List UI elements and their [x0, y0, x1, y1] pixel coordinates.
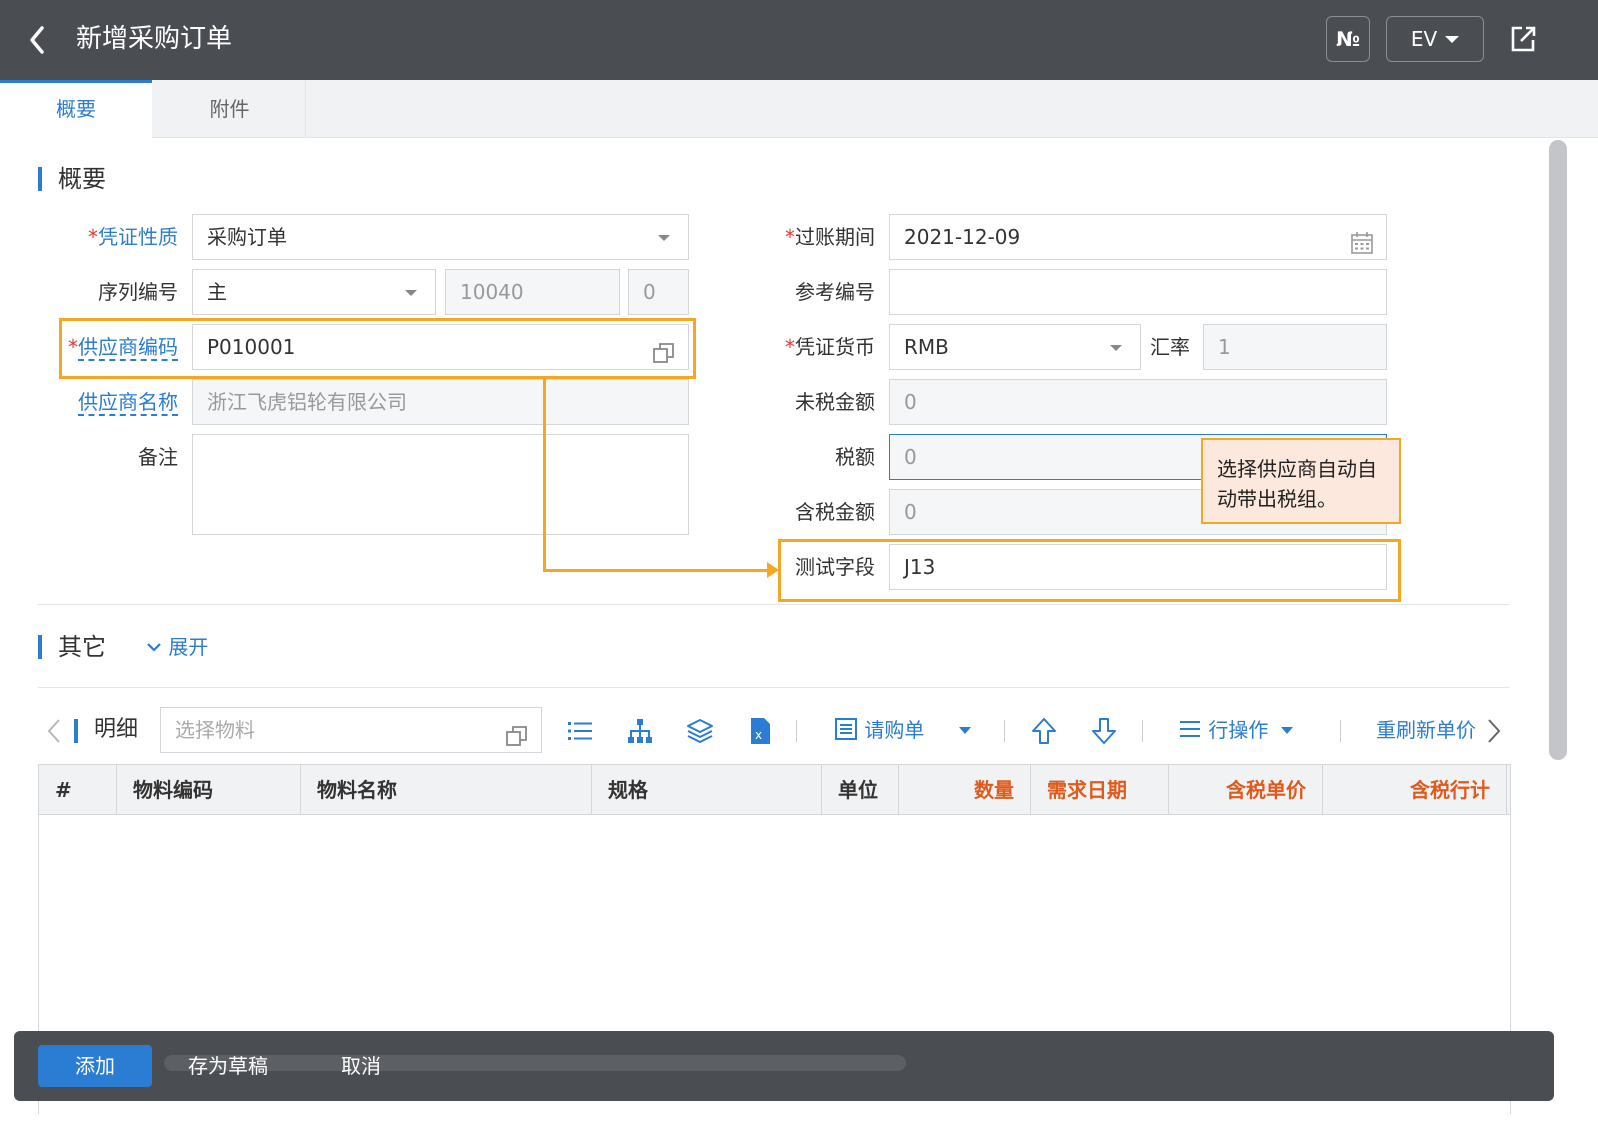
section-title-other: 其它: [38, 632, 106, 662]
section-title-summary: 概要: [38, 164, 106, 194]
layers-icon[interactable]: [686, 717, 714, 745]
column-header[interactable]: 物料名称: [301, 765, 592, 815]
chevron-down-icon: [405, 290, 417, 296]
move-down-icon[interactable]: [1090, 717, 1118, 745]
supplier-name-label[interactable]: 供应商名称: [60, 379, 178, 425]
add-button[interactable]: 添加: [38, 1045, 152, 1087]
posting-period-date-input[interactable]: 2021-12-09: [889, 214, 1387, 260]
reference-no-input[interactable]: [889, 269, 1387, 315]
svg-text:x: x: [755, 728, 762, 742]
reference-no-label: 参考编号: [795, 280, 875, 304]
chevron-down-icon: [147, 643, 161, 652]
tax-amount-label: 税额: [835, 445, 875, 469]
connector-line-horizontal: [543, 569, 769, 572]
document-list-icon: [835, 718, 857, 740]
move-up-icon[interactable]: [1030, 717, 1058, 745]
column-header[interactable]: 含税行计: [1323, 765, 1507, 815]
column-header[interactable]: 含税单价: [1169, 765, 1323, 815]
connector-line-vertical: [543, 379, 546, 572]
callout-note: 选择供应商自动自动带出税组。: [1201, 438, 1401, 524]
purchase-request-dropdown[interactable]: 请购单: [834, 704, 971, 756]
column-header[interactable]: 规格: [592, 765, 822, 815]
chevron-right-icon[interactable]: [1486, 717, 1502, 745]
serial-no-label: 序列编号: [98, 280, 178, 304]
test-field-highlight-box: [778, 539, 1401, 602]
top-bar: 新增采购订单 № EV: [0, 0, 1598, 80]
remark-textarea[interactable]: [192, 434, 689, 535]
language-dropdown[interactable]: EV: [1386, 16, 1484, 62]
chevron-down-icon: [958, 727, 971, 734]
voucher-type-select[interactable]: 采购订单: [192, 214, 689, 260]
share-export-icon[interactable]: [1508, 24, 1538, 54]
voucher-type-label: *凭证性质: [88, 225, 178, 249]
menu-lines-icon: [1180, 721, 1200, 737]
bottom-action-bar: 添加 存为草稿 取消: [14, 1031, 1554, 1101]
refresh-price-button[interactable]: 重刷新单价: [1376, 704, 1476, 756]
column-header[interactable]: 数量: [899, 765, 1031, 815]
lookup-copy-icon[interactable]: [505, 719, 529, 746]
exchange-rate-label: 汇率: [1150, 335, 1190, 359]
horizontal-scrollbar[interactable]: [164, 1055, 906, 1071]
cancel-button[interactable]: 取消: [341, 1045, 381, 1087]
row-operations-dropdown[interactable]: 行操作: [1178, 704, 1293, 756]
save-draft-button[interactable]: 存为草稿: [188, 1045, 268, 1087]
untaxed-amount-label: 未税金额: [795, 390, 875, 414]
chevron-down-icon: [1280, 727, 1293, 734]
page-title: 新增采购订单: [76, 24, 233, 54]
exchange-rate-field: 1: [1203, 324, 1387, 370]
supplier-code-highlight-box: [59, 318, 696, 379]
tab-summary[interactable]: 概要: [0, 80, 152, 138]
chevron-down-icon: [1445, 36, 1460, 43]
tab-bar: 概要 附件: [0, 80, 1598, 138]
untaxed-amount-field: 0: [889, 379, 1387, 425]
column-header[interactable]: 单位: [822, 765, 899, 815]
vertical-scrollbar[interactable]: [1549, 140, 1567, 760]
supplier-name-field: 浙江飞虎铝轮有限公司: [192, 379, 689, 425]
column-header[interactable]: #: [39, 765, 117, 815]
detail-marker: [74, 719, 78, 743]
chevron-down-icon: [658, 235, 670, 241]
serial-suffix-field: 0: [628, 269, 689, 315]
detail-title: 明细: [94, 717, 139, 742]
language-label: EV: [1410, 27, 1438, 51]
hierarchy-icon[interactable]: [626, 717, 654, 745]
numbering-button[interactable]: №: [1326, 16, 1370, 62]
material-select-input[interactable]: 选择物料: [160, 707, 542, 753]
section-divider: [38, 687, 1510, 688]
detail-toolbar: 明细 选择物料 x 请购单 行操作 重刷新单价: [38, 704, 1510, 756]
chevron-down-icon: [1110, 345, 1122, 351]
serial-no-select[interactable]: 主: [192, 269, 436, 315]
excel-import-icon[interactable]: x: [746, 717, 774, 745]
connector-arrow-icon: [767, 562, 779, 578]
column-header[interactable]: 物料编码: [117, 765, 301, 815]
currency-select[interactable]: RMB: [889, 324, 1141, 370]
list-view-icon[interactable]: [566, 717, 594, 745]
taxed-amount-label: 含税金额: [795, 500, 875, 524]
back-arrow-icon[interactable]: [26, 22, 56, 58]
column-header[interactable]: 需求日期: [1031, 765, 1169, 815]
chevron-left-icon[interactable]: [46, 717, 62, 745]
serial-number-field: 10040: [445, 269, 620, 315]
currency-label: *凭证货币: [785, 335, 875, 359]
remark-label: 备注: [138, 445, 178, 469]
grid-header: # 物料编码 物料名称 规格 单位 数量 需求日期 含税单价 含税行计: [39, 765, 1510, 815]
section-divider: [38, 604, 1510, 605]
tab-attachments[interactable]: 附件: [154, 80, 306, 138]
calendar-icon[interactable]: [1350, 226, 1374, 254]
posting-period-label: *过账期间: [785, 225, 875, 249]
expand-toggle[interactable]: 展开: [146, 632, 208, 662]
